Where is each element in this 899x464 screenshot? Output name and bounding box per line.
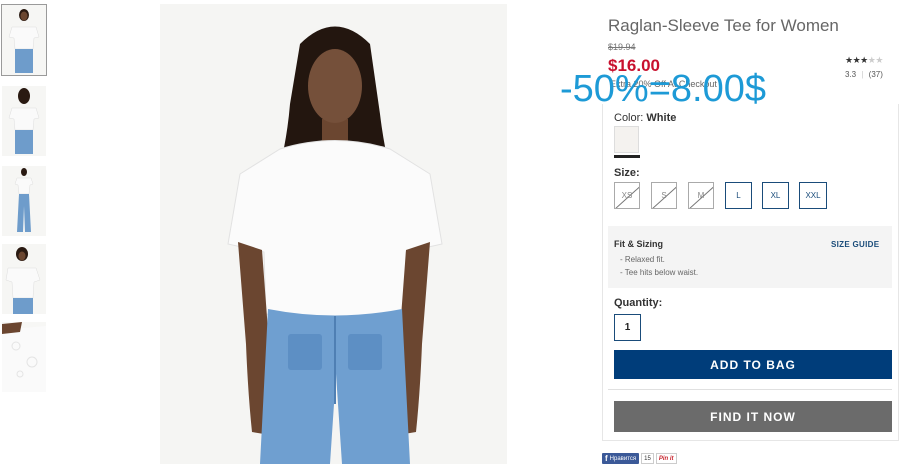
facebook-icon: f <box>605 454 608 463</box>
add-to-bag-button[interactable]: ADD TO BAG <box>614 350 892 379</box>
thumbnail-detail[interactable] <box>2 322 46 392</box>
size-option-xs[interactable]: XS <box>614 182 640 209</box>
size-option-label: M <box>697 191 705 200</box>
star-rating[interactable]: ★★★★★ <box>845 55 883 66</box>
color-swatch-white[interactable] <box>614 126 639 153</box>
color-label-text: Color: <box>614 112 644 124</box>
star-icon: ★ <box>875 55 883 65</box>
size-option-m[interactable]: M <box>688 182 714 209</box>
color-value: White <box>646 112 677 124</box>
color-label: Color: White <box>614 112 676 124</box>
pinterest-button[interactable]: Pin it <box>655 453 677 464</box>
original-price: $19.94 <box>608 42 636 52</box>
quantity-label: Quantity: <box>614 297 663 309</box>
star-icon: ★ <box>860 55 868 65</box>
main-product-image[interactable] <box>160 4 507 464</box>
size-option-label: L <box>736 191 741 200</box>
product-title: Raglan-Sleeve Tee for Women <box>608 16 839 35</box>
size-option-s[interactable]: S <box>651 182 677 209</box>
fit-item: - Tee hits below waist. <box>620 268 699 277</box>
swatch-selected-indicator <box>614 155 640 158</box>
thumbnail-full-length[interactable] <box>2 166 46 236</box>
star-icon: ★ <box>845 55 853 65</box>
size-option-l[interactable]: L <box>725 182 752 209</box>
facebook-like-label: Нравится <box>609 455 637 462</box>
thumbnail-front[interactable] <box>1 4 47 76</box>
size-label: Size: <box>614 167 640 179</box>
fit-sizing-title: Fit & Sizing <box>614 239 663 249</box>
thumbnail-pose[interactable] <box>2 244 46 314</box>
find-it-now-button[interactable]: FIND IT NOW <box>614 401 892 432</box>
size-option-label: XXL <box>805 191 821 200</box>
facebook-like-count: 15 <box>641 453 654 464</box>
rating-summary[interactable]: 3.3 | (37) <box>845 70 883 79</box>
thumbnail-back[interactable] <box>2 86 46 156</box>
quantity-input[interactable]: 1 <box>614 314 641 341</box>
discount-overlay-text: -50%=8.00$ <box>560 68 766 110</box>
size-option-label: S <box>661 191 667 200</box>
size-guide-link[interactable]: SIZE GUIDE <box>831 240 879 249</box>
size-option-xxl[interactable]: XXL <box>799 182 827 209</box>
divider <box>608 389 892 390</box>
review-count: (37) <box>868 70 883 79</box>
size-option-xl[interactable]: XL <box>762 182 789 209</box>
size-option-label: XL <box>770 191 781 200</box>
size-option-label: XS <box>621 191 633 200</box>
social-share: f Нравится 15 Pin it <box>602 453 677 464</box>
rating-value: 3.3 <box>845 70 857 79</box>
facebook-like-button[interactable]: f Нравится <box>602 453 640 464</box>
fit-item: - Relaxed fit. <box>620 255 665 264</box>
